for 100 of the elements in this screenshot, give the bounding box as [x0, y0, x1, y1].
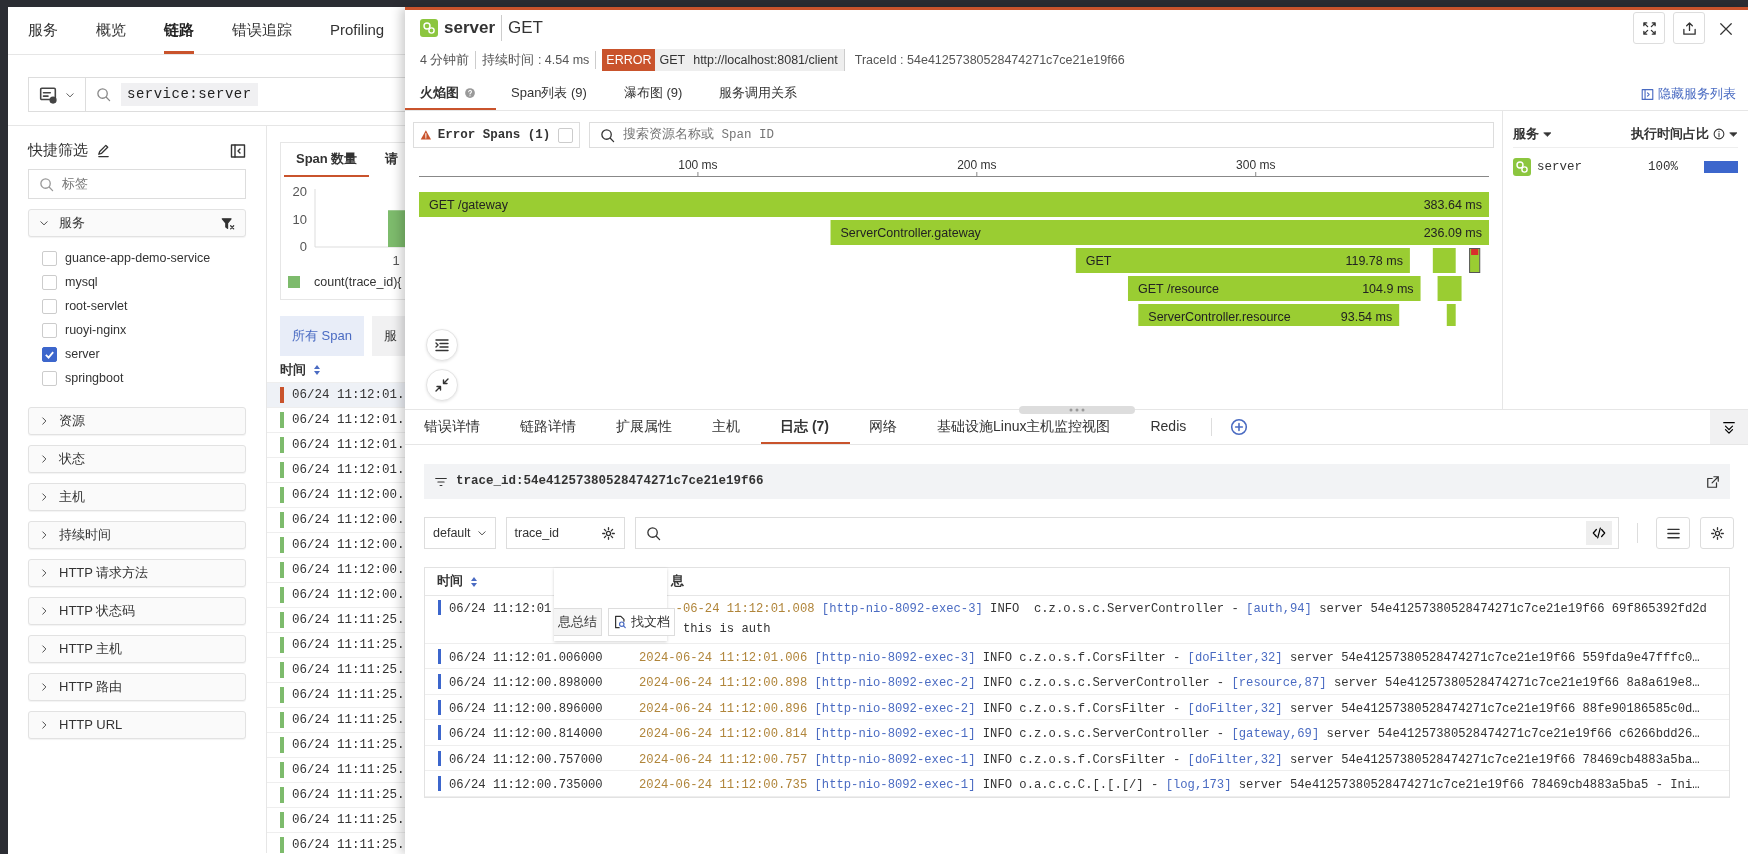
- filter-group-header[interactable]: 资源: [28, 407, 246, 435]
- nav-tab[interactable]: Profiling: [330, 7, 385, 54]
- help-icon: [464, 87, 476, 99]
- span-search-box[interactable]: 搜索资源名称或 Span ID: [589, 122, 1494, 148]
- list-indent-icon: [434, 337, 450, 353]
- find-docs-button[interactable]: 找文档: [608, 608, 675, 636]
- log-message: 2024-06-24 11:12:01.006 [http-nio-8092-exec-3] INFO c.z.o.s.f.CorsFilter - [doFilter,32] server 54e41257380528474271c7ce21e19f66 559fda9e47fffc0…: [639, 649, 1700, 667]
- tab[interactable]: 火焰图: [405, 78, 496, 110]
- tab[interactable]: 链路详情: [501, 410, 597, 444]
- field-select[interactable]: trace_id: [505, 517, 625, 549]
- tab[interactable]: Redis: [1131, 410, 1208, 444]
- span-bar[interactable]: [1128, 276, 1421, 301]
- duration-text: 持续时间 : 4.54 ms: [482, 50, 597, 70]
- table-cell-text: 06/24 11:12:00.757000: [449, 751, 603, 769]
- error-span-bar[interactable]: [1469, 248, 1481, 273]
- list-toggle-button[interactable]: [426, 329, 458, 361]
- sort-icon[interactable]: [312, 363, 322, 376]
- filter-group-header[interactable]: HTTP 主机: [28, 635, 246, 663]
- add-icon[interactable]: [1230, 418, 1249, 436]
- index-select[interactable]: default: [424, 517, 496, 549]
- span-filter-button[interactable]: 服: [372, 316, 405, 356]
- service-name: server: [1537, 158, 1582, 176]
- nav-tab[interactable]: 链路: [164, 7, 194, 54]
- checkbox[interactable]: [42, 346, 57, 362]
- chart-tab[interactable]: Span 数量: [284, 143, 370, 177]
- filter-group-header[interactable]: HTTP 请求方法: [28, 559, 246, 587]
- tab[interactable]: 日志 (7): [761, 410, 850, 444]
- log-message: 2024-06-24 11:12:00.898 [http-nio-8092-exec-2] INFO c.z.o.s.c.ServerController - [resource,87] server 54e41257380528474271c7ce21e19f66 8a8a619e8…: [639, 675, 1700, 693]
- doc-search-icon: [613, 615, 627, 629]
- span-filter-button[interactable]: 所有 Span: [280, 316, 364, 356]
- summary-button[interactable]: 息总结: [554, 608, 602, 636]
- code-mode-button[interactable]: [1586, 521, 1612, 545]
- filter-group-header[interactable]: HTTP 状态码: [28, 597, 246, 625]
- log-message: 2024-06-24 11:12:00.735 [http-nio-8092-exec-1] INFO o.a.c.c.C.[.[.[/] - [log,173] server 54e41257380528474271c7ce21e19f66 78469cb4883a5ba5 - Ini…: [639, 777, 1700, 795]
- status-bar: [438, 600, 441, 615]
- edit-icon[interactable]: [96, 142, 111, 158]
- legend-label: count(trace_id){: [314, 274, 402, 291]
- tab[interactable]: 服务调用关系: [704, 78, 820, 110]
- drawer-title: GET: [501, 15, 543, 41]
- chevron-icon: [39, 492, 49, 502]
- error-spans-toggle[interactable]: Error Spans (1): [413, 122, 580, 148]
- collapse-panel-icon[interactable]: [230, 142, 246, 159]
- axis-tick-label: 20: [293, 184, 307, 199]
- tab[interactable]: Span列表 (9): [496, 78, 609, 110]
- log-message: this is auth: [682, 621, 771, 639]
- filter-clear-icon[interactable]: [221, 216, 235, 231]
- nav-tab[interactable]: 概览: [96, 7, 126, 54]
- close-icon[interactable]: [1719, 21, 1733, 36]
- status-bar: [438, 699, 441, 715]
- status-badge: ERROR: [602, 48, 656, 72]
- axis-tick-label: 200 ms: [957, 158, 997, 172]
- sort-icon[interactable]: [469, 575, 479, 588]
- span-duration: 236.09 ms: [1423, 226, 1482, 240]
- chevron-icon: [39, 530, 49, 540]
- column-header: 息: [671, 573, 684, 591]
- table-cell-text: 06/24 11:12:00.735000: [449, 777, 603, 795]
- table-cell-text: 06/24 11:12:00.: [292, 511, 405, 529]
- column-header: 时间: [280, 360, 306, 379]
- filter-group-header[interactable]: HTTP URL: [28, 711, 246, 739]
- axis-tick-label: 300 ms: [1236, 158, 1276, 172]
- tag-search-box[interactable]: 标签: [28, 169, 246, 199]
- nav-tab[interactable]: 错误追踪: [232, 7, 292, 54]
- tab[interactable]: 扩展属性: [597, 410, 693, 444]
- resize-handle[interactable]: [1018, 406, 1135, 414]
- table-cell-text: 06/24 11:12:01.: [292, 411, 405, 429]
- chevron-icon: [39, 454, 49, 464]
- log-message: 2024-06-24 11:12:00.757 [http-nio-8092-exec-1] INFO c.z.o.s.f.CorsFilter - [doFilter,32] server 54e41257380528474271c7ce21e19f66 78469cb4883a5ba…: [639, 751, 1700, 769]
- table-cell-text: 06/24 11:11:25.: [292, 736, 405, 754]
- tab[interactable]: 瀑布图 (9): [608, 78, 705, 110]
- external-link-icon[interactable]: [1706, 474, 1720, 489]
- tab[interactable]: 网络: [850, 410, 918, 444]
- filter-group-header[interactable]: 持续时间: [28, 521, 246, 549]
- log-search-field[interactable]: [634, 517, 1619, 549]
- settings-button[interactable]: [1700, 517, 1734, 549]
- fullscreen-button[interactable]: [1633, 12, 1665, 44]
- list-view-button[interactable]: [1656, 517, 1690, 549]
- filter-group-header[interactable]: 主机: [28, 483, 246, 511]
- filter-group-header[interactable]: 状态: [28, 445, 246, 473]
- share-button[interactable]: [1673, 12, 1705, 44]
- span-bar[interactable]: [1075, 248, 1410, 273]
- table-cell-text: 06/24 11:11:25.: [292, 761, 405, 779]
- chevron-icon: [476, 528, 487, 538]
- info-icon: [1713, 128, 1725, 140]
- filter-group-header[interactable]: 服务: [28, 209, 246, 237]
- collapse-icon: [1722, 420, 1736, 434]
- tab[interactable]: 错误详情: [405, 410, 501, 444]
- caret-icon: [1543, 129, 1552, 139]
- status-bar: [438, 648, 441, 664]
- tab[interactable]: 基础设施Linux主机监控视图: [918, 410, 1132, 444]
- span-bar[interactable]: [830, 220, 1489, 245]
- table-cell-text: 06/24 11:12:00.: [292, 486, 405, 504]
- hide-services-link[interactable]: 隐藏服务列表: [1641, 78, 1736, 110]
- collapse-button[interactable]: [426, 369, 458, 401]
- filter-group-header[interactable]: HTTP 路由: [28, 673, 246, 701]
- tab[interactable]: 主机: [693, 410, 761, 444]
- chevron-icon: [39, 644, 49, 654]
- span-bar[interactable]: [1138, 304, 1400, 326]
- chart-tab[interactable]: 请: [373, 143, 399, 177]
- nav-tab[interactable]: 服务: [28, 7, 58, 54]
- collapse-details-button[interactable]: [1710, 410, 1748, 444]
